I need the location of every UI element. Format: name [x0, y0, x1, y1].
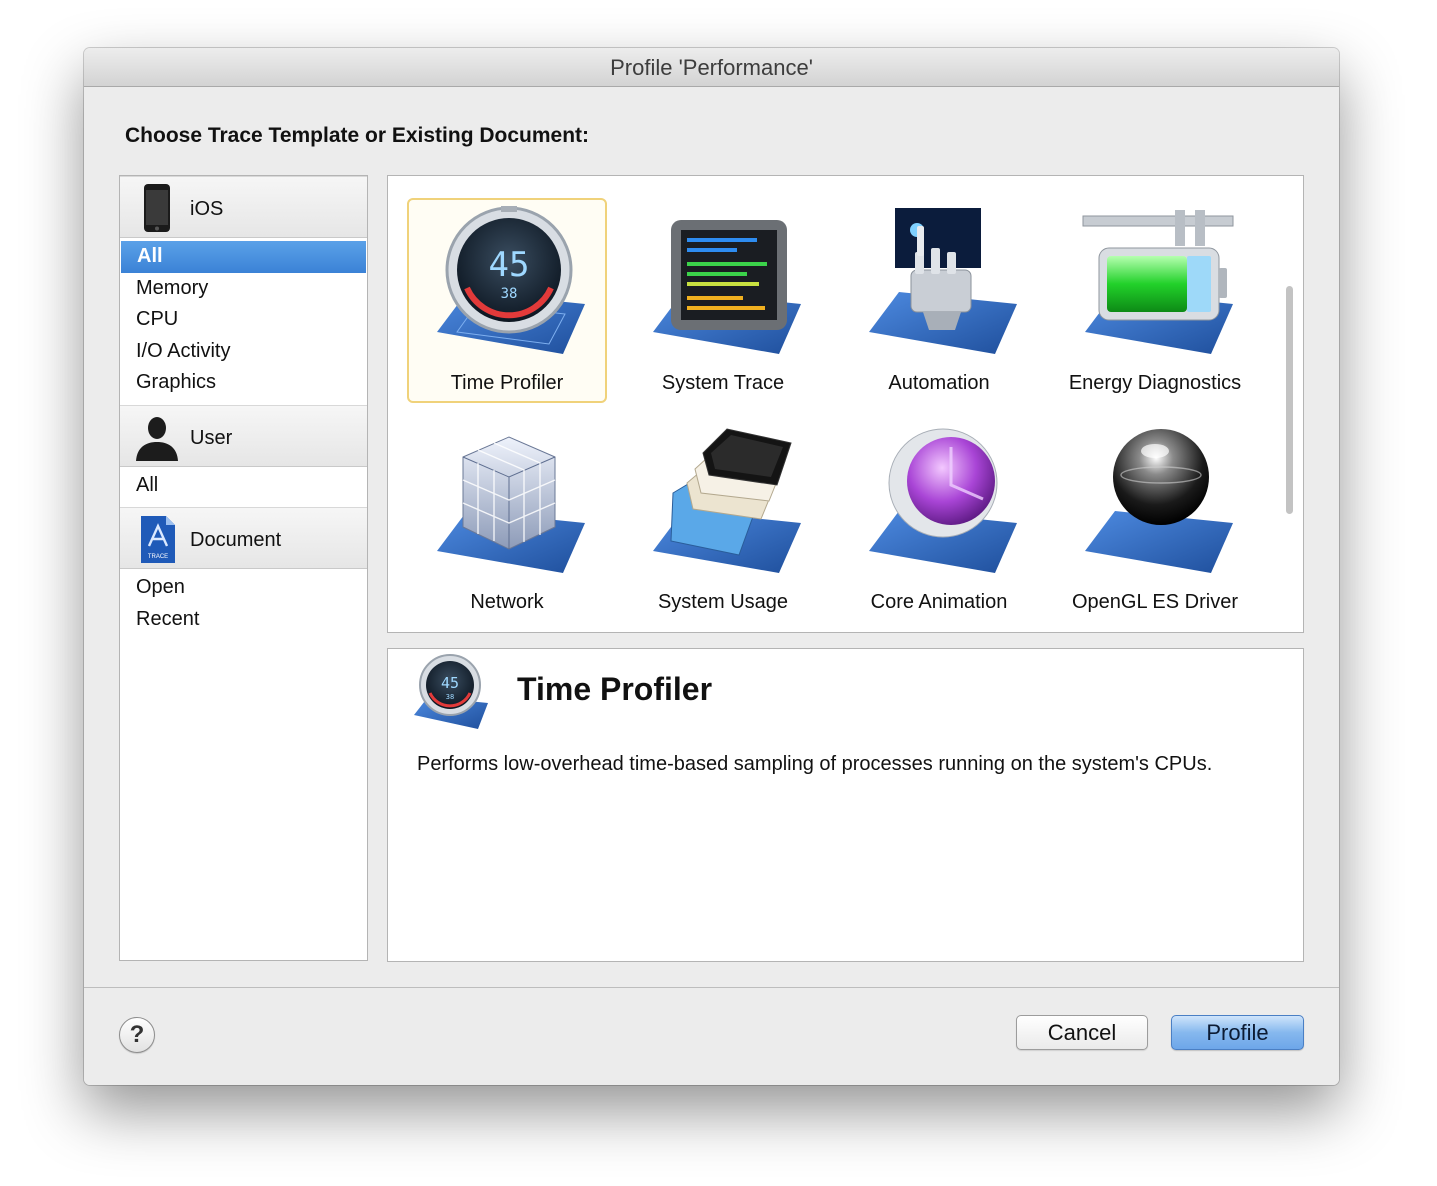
template-label: Network — [470, 591, 544, 613]
iphone-icon — [144, 184, 170, 232]
dialog-footer: ? Cancel Profile — [84, 987, 1339, 1085]
template-label: OpenGL ES Driver — [1072, 591, 1238, 613]
sidebar-group-ios[interactable]: iOS — [120, 176, 367, 238]
sidebar-group-label: User — [190, 426, 233, 449]
network-cube-icon — [437, 436, 585, 573]
core-animation-sphere-icon — [869, 428, 1017, 573]
window-title: Profile 'Performance' — [84, 48, 1339, 87]
template-system-usage[interactable]: System Usage — [623, 417, 823, 622]
template-system-trace[interactable]: System Trace — [623, 198, 823, 403]
dialog-heading: Choose Trace Template or Existing Docume… — [125, 124, 590, 147]
stopwatch-major-readout: 45 — [489, 245, 530, 285]
stopwatch-icon: 45 38 — [414, 654, 488, 729]
template-sidebar: iOS All Memory CPU I/O Activity Graphics… — [119, 175, 368, 961]
profile-dialog: Profile 'Performance' Choose Trace Templ… — [84, 48, 1339, 1085]
sidebar-item-graphics[interactable]: Graphics — [120, 367, 367, 399]
sidebar-group-user[interactable]: User — [120, 404, 367, 467]
template-label: Energy Diagnostics — [1068, 372, 1242, 394]
user-silhouette-icon — [136, 416, 178, 461]
template-energy-diagnostics[interactable]: Energy Diagnostics — [1055, 198, 1255, 403]
template-label: Automation — [888, 372, 990, 394]
template-label: System Usage — [657, 591, 789, 613]
stopwatch-major-readout: 45 — [441, 674, 459, 692]
sidebar-group-label: iOS — [190, 198, 224, 220]
opengl-sphere-icon — [1085, 429, 1233, 573]
template-grid: 45 38 Time Profiler System Trace Automat… — [387, 175, 1304, 633]
template-label: System Trace — [661, 372, 785, 394]
template-network[interactable]: Network — [407, 417, 607, 622]
cancel-button[interactable]: Cancel — [1016, 1015, 1148, 1050]
sidebar-item-user-all[interactable]: All — [120, 470, 367, 502]
sidebar-item-open[interactable]: Open — [120, 572, 367, 604]
description-title: Time Profiler — [517, 671, 713, 707]
sidebar-item-recent[interactable]: Recent — [120, 604, 367, 636]
sidebar-group-document[interactable]: TRACE Document — [120, 507, 367, 569]
stopwatch-minor-readout: 38 — [446, 693, 454, 701]
description-text: Performs low-overhead time-based samplin… — [417, 753, 1213, 775]
automation-robot-icon — [869, 208, 1017, 354]
system-trace-icon — [653, 220, 801, 354]
help-button[interactable]: ? — [119, 1017, 155, 1053]
sidebar-item-ios-all[interactable]: All — [121, 241, 366, 273]
template-time-profiler[interactable]: 45 38 Time Profiler — [407, 198, 607, 403]
sidebar-item-cpu[interactable]: CPU — [120, 304, 367, 336]
stopwatch-icon: 45 38 — [437, 206, 585, 354]
devices-stack-icon — [653, 428, 801, 573]
sidebar-group-label: Document — [190, 529, 282, 551]
trace-document-icon: TRACE — [141, 516, 175, 563]
template-opengl-es-driver[interactable]: OpenGL ES Driver — [1055, 417, 1255, 622]
sidebar-item-memory[interactable]: Memory — [120, 273, 367, 305]
template-label: Core Animation — [870, 591, 1008, 613]
template-automation[interactable]: Automation — [839, 198, 1039, 403]
battery-caliper-icon — [1082, 210, 1234, 354]
profile-button[interactable]: Profile — [1171, 1015, 1304, 1050]
stopwatch-minor-readout: 38 — [501, 286, 518, 302]
template-core-animation[interactable]: Core Animation — [839, 417, 1039, 622]
template-label: Time Profiler — [450, 372, 564, 394]
sidebar-item-io-activity[interactable]: I/O Activity — [120, 336, 367, 368]
trace-icon-text: TRACE — [148, 554, 168, 560]
template-grid-scrollbar[interactable] — [1286, 286, 1293, 514]
template-description-panel: 45 38 Time Profiler Performs low-overhea… — [387, 648, 1304, 962]
